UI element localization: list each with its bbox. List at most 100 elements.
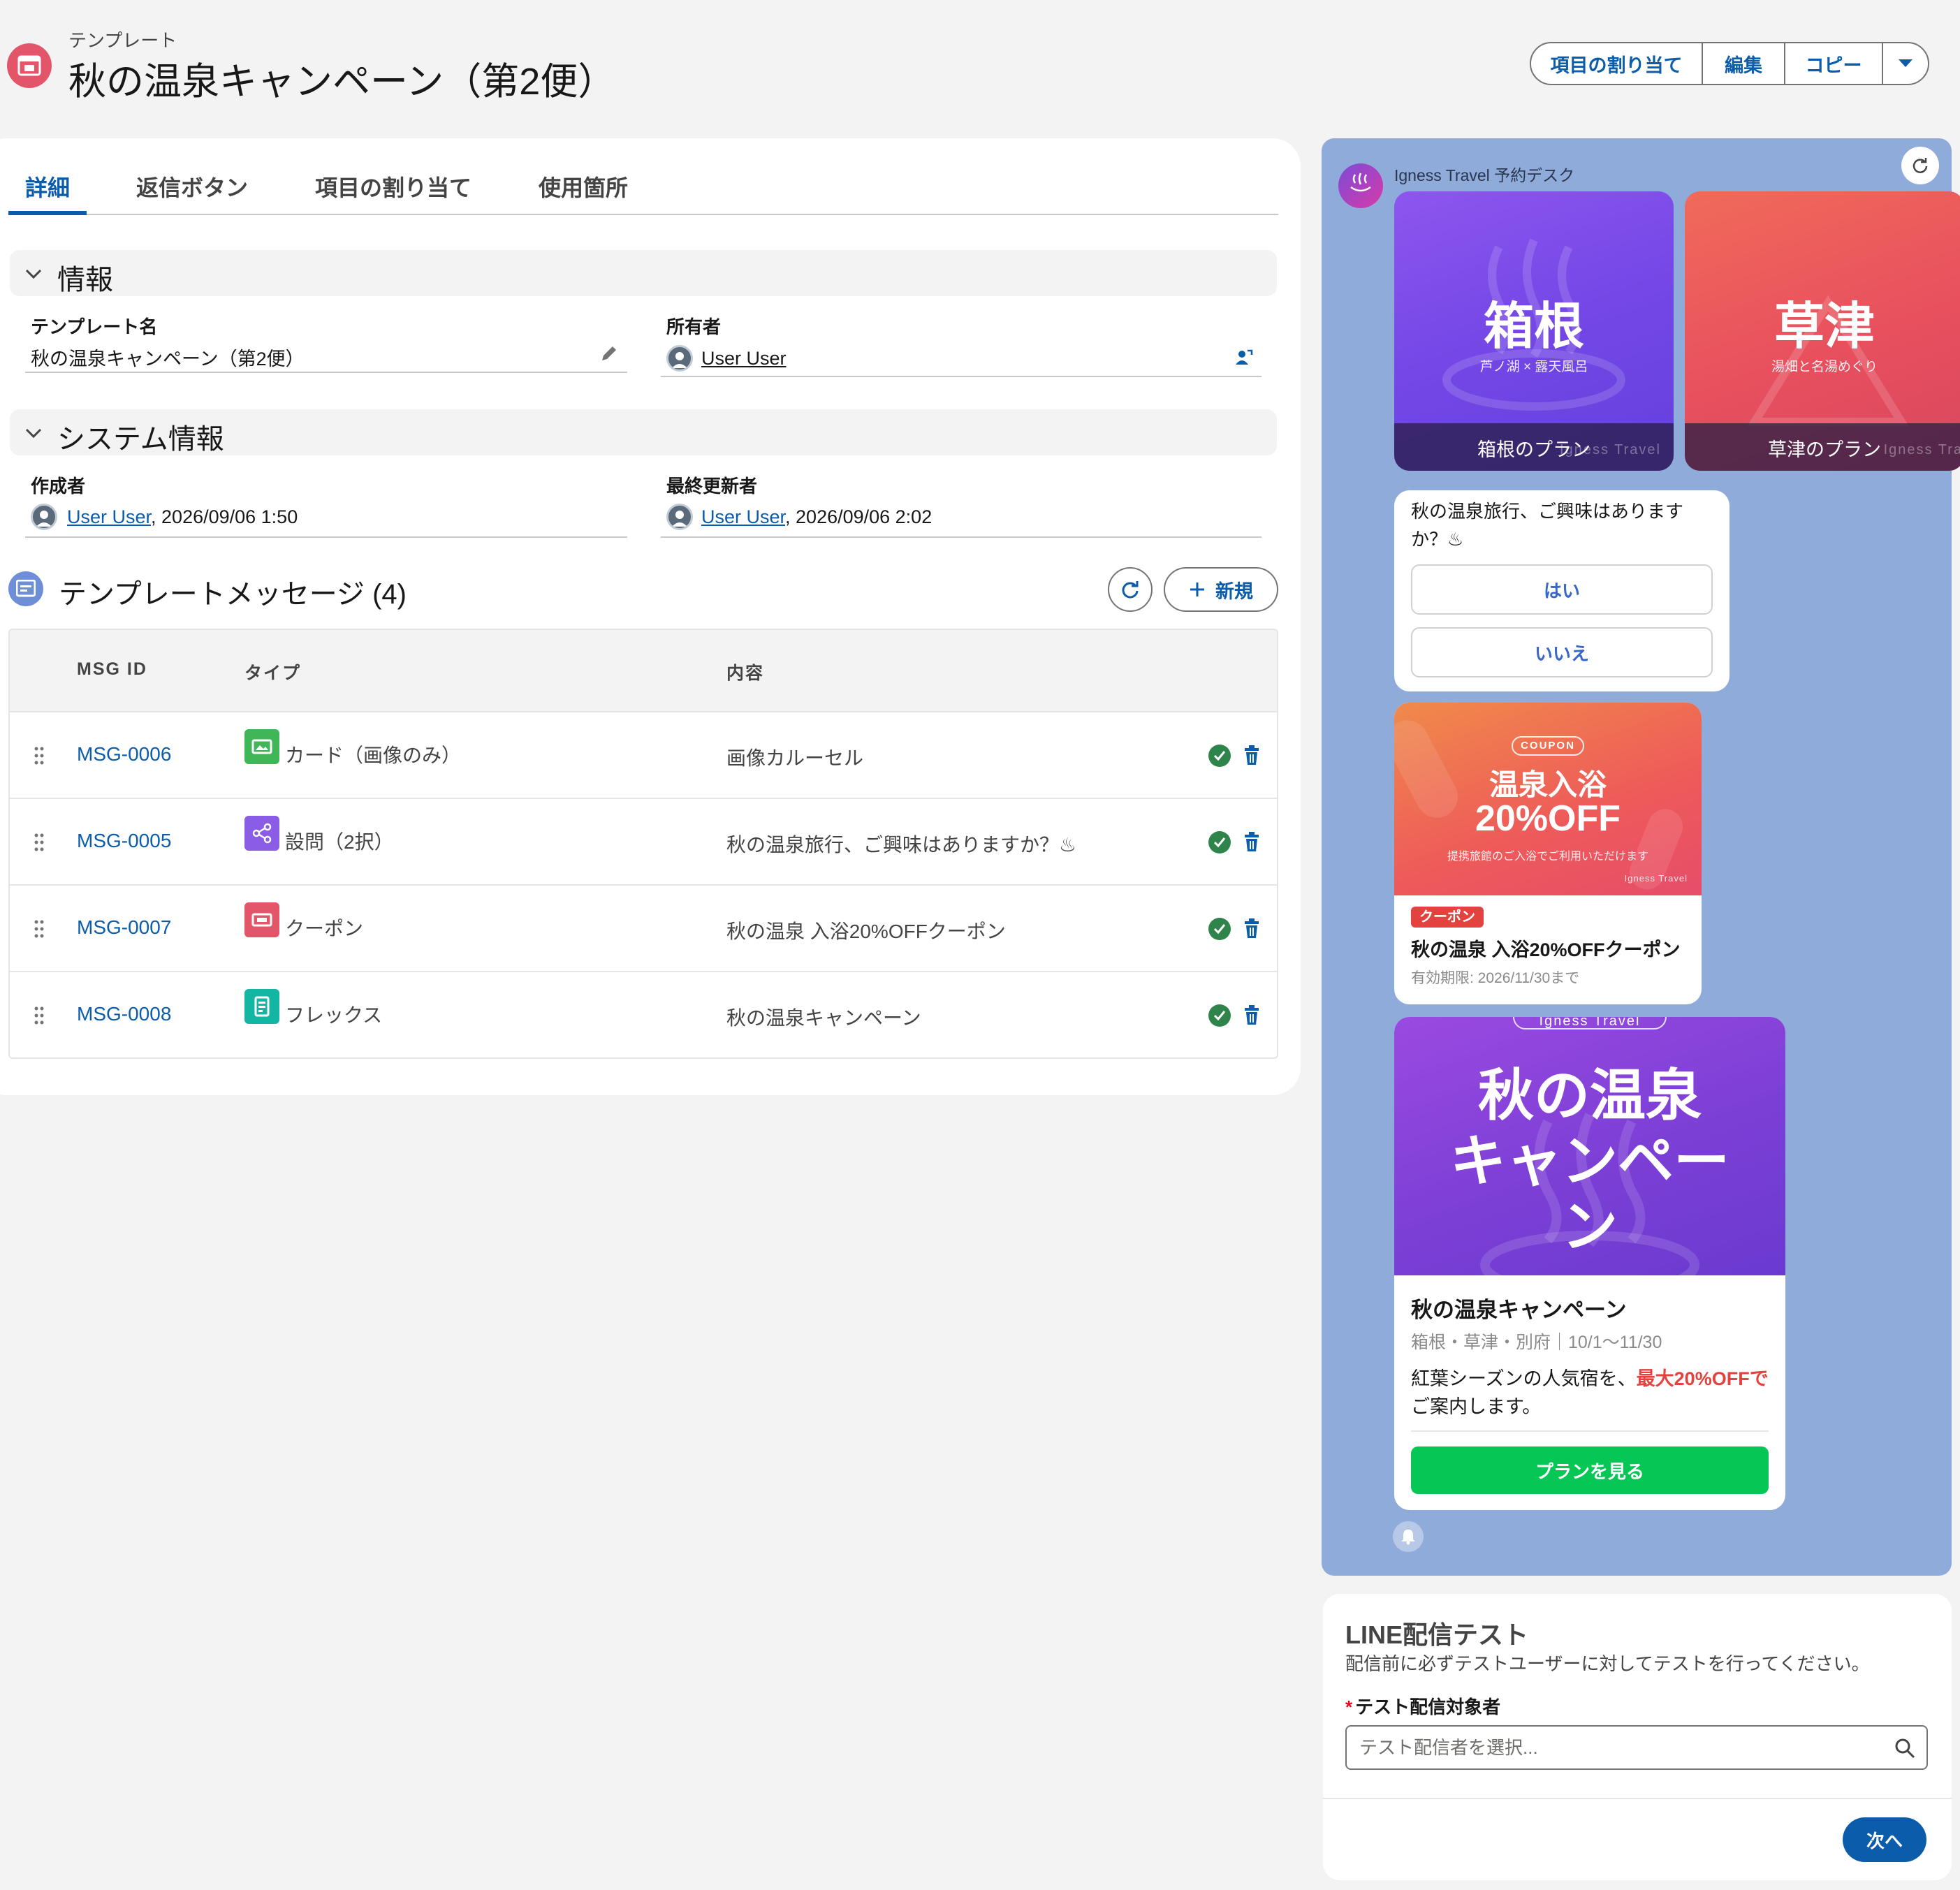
flex-body-a: 紅葉シーズンの人気宿を、 [1411,1368,1637,1389]
content-text: 秋の温泉旅行、ご興味はありますか？♨ [726,834,1077,856]
table-row: MSG-0005 設問（2択） 秋の温泉旅行、ご興味はありますか？♨ [10,799,1277,886]
answer-no-button[interactable]: いいえ [1411,627,1713,677]
created-by-link[interactable]: User User [67,506,151,527]
bot-avatar [1338,163,1383,208]
test-target-search [1345,1725,1928,1770]
trash-icon[interactable] [1243,745,1260,765]
type-label: カード（画像のみ） [285,745,462,766]
drag-handle-icon[interactable] [34,1006,45,1025]
content-text: 画像カルーセル [726,747,864,769]
msg-id-link[interactable]: MSG-0005 [77,830,171,852]
ticket-icon [244,902,279,937]
modified-by-link[interactable]: User User [701,506,785,527]
view-plans-button[interactable]: プランを見る [1411,1446,1769,1494]
copy-button[interactable]: コピー [1785,43,1883,84]
question-text: 秋の温泉旅行、ご興味はありますか？♨ [1411,501,1684,550]
drag-handle-icon[interactable] [34,919,45,939]
msg-id-link[interactable]: MSG-0007 [77,916,171,939]
carousel-watermark: Igness Trav [1883,442,1960,457]
coupon-image: COUPON 温泉入浴 20%OFF 提携旅館のご入浴でご利用いただけます Ig… [1394,703,1702,895]
question-bubble: 秋の温泉旅行、ご興味はありますか？♨ はい いいえ [1394,490,1729,691]
header-action-group: 項目の割り当て 編集 コピー [1530,42,1929,85]
flex-body: 紅葉シーズンの人気宿を、最大20%OFFでご案内します。 [1411,1365,1771,1421]
edit-button[interactable]: 編集 [1703,43,1785,84]
refresh-button[interactable] [1108,567,1153,612]
new-message-button[interactable]: 新規 [1164,567,1278,612]
check-icon [1208,745,1231,767]
change-owner-icon[interactable] [1234,348,1253,367]
type-label: クーポン [285,918,364,939]
bell-icon [1401,1530,1415,1545]
column-type[interactable]: タイプ [244,659,301,684]
carousel-subtitle: 湯畑と名湯めぐり [1771,360,1878,374]
msg-id-link[interactable]: MSG-0006 [77,743,171,765]
carousel-subtitle: 芦ノ湖 × 露天風呂 [1479,360,1588,374]
test-target-input[interactable] [1359,1727,1876,1768]
branch-icon [244,816,279,851]
flex-bubble[interactable]: Igness Travel 秋の温泉 キャンペー ン 秋の温泉キャンペーン 箱根… [1394,1017,1785,1510]
test-target-label: * テスト配信対象者 [1345,1693,1500,1719]
coupon-title: 秋の温泉 入浴20%OFFクーポン [1411,939,1681,960]
carousel-card-kusatsu[interactable]: 草津 湯畑と名湯めぐり 草津のプラン Igness Trav [1685,191,1960,471]
content-text: 秋の温泉キャンペーン [726,1007,921,1029]
created-by-underline [25,536,627,538]
column-msg-id[interactable]: MSG ID [77,659,147,680]
coupon-pill: COUPON [1512,736,1584,756]
trash-icon[interactable] [1243,1004,1260,1025]
drag-handle-icon[interactable] [34,833,45,852]
chevron-down-icon [25,428,42,439]
tab-field-assignment[interactable]: 項目の割り当て [315,170,471,203]
coupon-note: 提携旅館のご入浴でご利用いただけます [1447,851,1648,863]
tab-reply-buttons[interactable]: 返信ボタン [136,170,248,203]
assign-fields-button[interactable]: 項目の割り当て [1531,43,1703,84]
msg-id-link[interactable]: MSG-0008 [77,1003,171,1025]
system-info-section-header[interactable]: システム情報 [10,409,1277,455]
carousel-card-hakone[interactable]: 箱根 芦ノ湖 × 露天風呂 箱根のプラン Igness Travel [1394,191,1674,471]
next-button[interactable]: 次へ [1843,1817,1926,1862]
owner-avatar [666,345,693,372]
template-record-icon [7,43,52,88]
flex-divider [1411,1430,1769,1432]
table-row: MSG-0006 カード（画像のみ） 画像カルーセル [10,712,1277,799]
carousel-title: 箱根 [1483,299,1584,355]
check-icon [1208,831,1231,854]
table-header: MSG ID タイプ 内容 [10,630,1277,712]
coupon-bubble[interactable]: COUPON 温泉入浴 20%OFF 提携旅館のご入浴でご利用いただけます Ig… [1394,703,1702,1004]
coupon-expiry: 有効期限: 2026/11/30まで [1411,970,1580,986]
template-message-list-icon [8,571,43,606]
modified-by-avatar [666,504,693,530]
tab-details[interactable]: 詳細 [25,170,70,203]
created-date: , 2026/09/06 1:50 [151,506,298,527]
test-card-divider [1323,1798,1952,1799]
modified-by-label: 最終更新者 [666,476,758,497]
refresh-icon [1122,581,1139,599]
tab-usage[interactable]: 使用箇所 [539,170,628,203]
preview-refresh-button[interactable] [1901,147,1939,184]
template-name-label: テンプレート名 [31,316,158,337]
notification-toggle[interactable] [1393,1521,1424,1552]
hot-spring-icon [1350,173,1371,192]
owner-link[interactable]: User User [701,348,787,369]
modified-by-underline [661,536,1261,538]
modified-date: , 2026/09/06 2:02 [785,506,933,527]
pencil-icon[interactable] [599,344,619,363]
answer-yes-button[interactable]: はい [1411,564,1713,615]
coupon-badge: クーポン [1411,907,1484,928]
tab-bar: 詳細 返信ボタン 項目の割り当て 使用箇所 [8,162,1278,215]
more-actions-button[interactable] [1883,43,1928,84]
trash-icon[interactable] [1243,918,1260,939]
type-label: 設問（2択） [285,831,394,853]
info-section-header[interactable]: 情報 [10,250,1277,296]
carousel-title: 草津 [1773,299,1875,355]
active-tab-indicator [8,211,87,215]
owner-label: 所有者 [666,316,722,337]
drag-handle-icon[interactable] [34,746,45,765]
flex-body-highlight-tail: で [1749,1368,1769,1389]
chevron-down-icon [25,269,42,279]
flex-hero-line-3: ン [1562,1196,1618,1258]
column-content[interactable]: 内容 [726,659,764,684]
created-by-avatar [31,504,57,530]
trash-icon[interactable] [1243,831,1260,852]
flex-body-highlight: 最大20%OFF [1636,1368,1750,1389]
template-message-list-title: テンプレートメッセージ (4) [59,579,407,610]
